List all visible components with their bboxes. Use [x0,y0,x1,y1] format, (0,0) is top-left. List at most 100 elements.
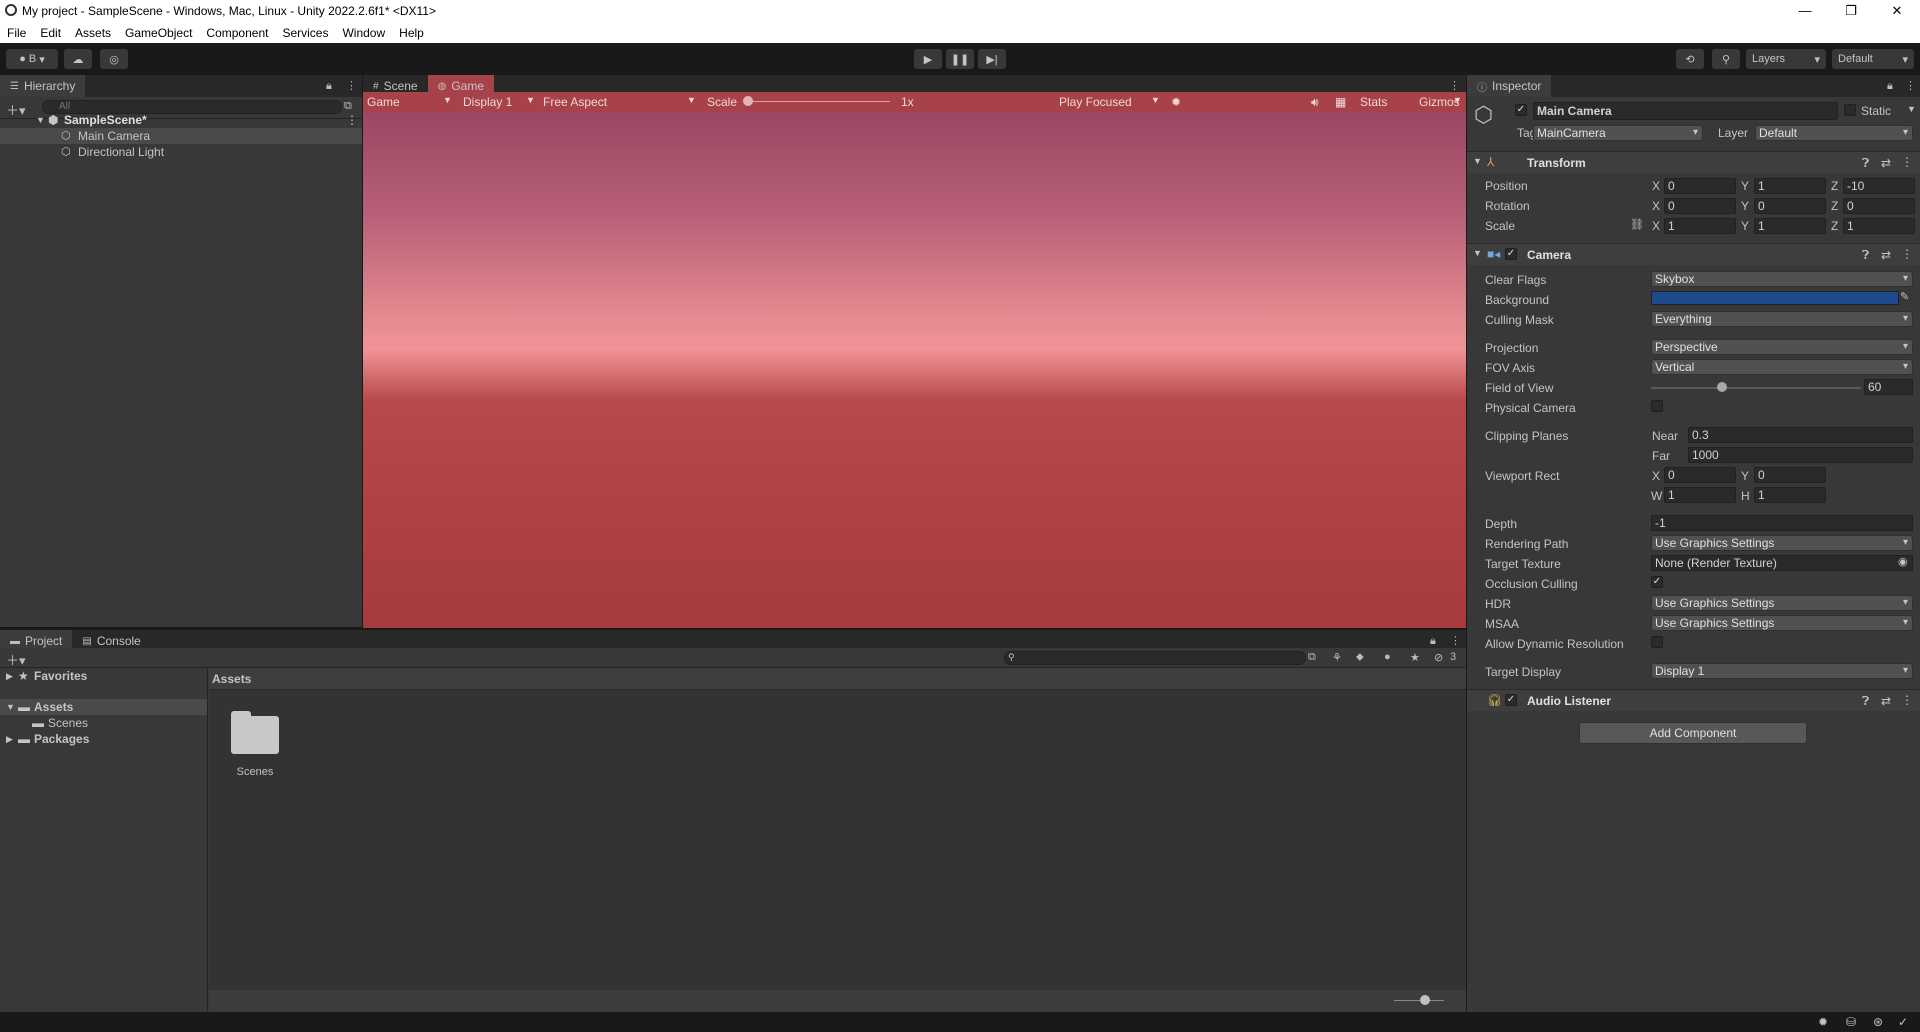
static-checkbox[interactable] [1844,104,1856,116]
chevron-down-icon[interactable]: ▼ [443,95,452,105]
layout-dropdown[interactable]: Default ▾ [1832,49,1914,69]
bug-icon[interactable]: ✹ [1818,1015,1828,1029]
hdr-dropdown[interactable]: Use Graphics Settings [1651,595,1913,611]
tag-dropdown[interactable]: MainCamera [1533,125,1703,141]
account-button[interactable]: ● B ▾ [6,49,58,69]
presets-icon[interactable]: ⇄ [1881,156,1891,170]
folder-icon[interactable] [231,711,279,754]
viewport-h-field[interactable]: 1 [1754,487,1826,503]
position-y-field[interactable]: 1 [1754,178,1826,194]
near-field[interactable]: 0.3 [1688,427,1913,443]
help-icon[interactable]: ❓︎ [1862,248,1869,263]
tab-hierarchy[interactable]: ☰ Hierarchy [0,75,86,97]
msaa-dropdown[interactable]: Use Graphics Settings [1651,615,1913,631]
expand-triangle-icon[interactable]: ▼ [1473,248,1482,258]
presets-icon[interactable]: ⇄ [1881,694,1891,708]
fov-slider-track[interactable] [1651,387,1861,389]
chevron-down-icon[interactable]: ▼ [526,95,535,105]
menu-gameobject[interactable]: GameObject [118,26,199,40]
stats-button[interactable]: Stats [1360,95,1387,109]
breadcrumb-assets[interactable]: Assets [212,672,251,686]
dynamic-resolution-checkbox[interactable] [1651,636,1663,648]
aspect-dropdown[interactable]: Free Aspect [543,95,607,109]
hidden-packages-icon[interactable]: ⊘ [1434,651,1443,664]
list-item[interactable]: ⬡ Main Camera [0,128,362,144]
help-icon[interactable]: ❓︎ [1862,694,1869,709]
filter-icon[interactable]: ⚘ [1332,651,1342,664]
kebab-menu-icon[interactable]: ⋮ [1449,79,1460,92]
clear-flags-dropdown[interactable]: Skybox [1651,271,1913,287]
kebab-menu-icon[interactable]: ⋮ [1450,634,1461,647]
kebab-menu-icon[interactable]: ⋮ [346,79,357,92]
menu-assets[interactable]: Assets [68,26,118,40]
expand-triangle-icon[interactable]: ▼ [36,112,45,128]
add-icon[interactable]: ＋▾ [6,650,26,669]
culling-mask-dropdown[interactable]: Everything [1651,311,1913,327]
layer-dropdown[interactable]: Default [1755,125,1913,141]
scenes-row[interactable]: ▬ Scenes [0,715,207,731]
collab-icon[interactable]: ◎ [100,49,128,69]
history-icon[interactable]: ⟲ [1676,49,1704,69]
packages-row[interactable]: ▶ ▬ Packages [0,731,207,747]
position-z-field[interactable]: -10 [1843,178,1915,194]
folder-label[interactable]: Scenes [222,766,288,778]
minimize-button[interactable]: — [1782,0,1828,22]
menu-file[interactable]: File [0,26,33,40]
label-icon[interactable]: ⬥ [1356,651,1364,664]
fov-axis-dropdown[interactable]: Vertical [1651,359,1913,375]
help-icon[interactable]: ❓︎ [1862,156,1869,171]
search-by-type-icon[interactable]: ⧉ [1308,651,1316,664]
zoom-slider-handle[interactable] [1420,995,1430,1005]
scale-y-field[interactable]: 1 [1754,218,1826,234]
play-button[interactable]: ▶ [914,49,942,69]
kebab-menu-icon[interactable]: ⋮ [1901,247,1913,261]
position-x-field[interactable]: 0 [1664,178,1736,194]
background-color-swatch[interactable] [1651,291,1899,305]
close-button[interactable]: ✕ [1874,0,1920,22]
tab-inspector[interactable]: ⓘ Inspector [1467,75,1552,97]
kebab-menu-icon[interactable]: ⋮ [346,112,358,128]
lock-icon[interactable]: 🔒︎ [1430,635,1436,648]
far-field[interactable]: 1000 [1688,447,1913,463]
project-search-input[interactable] [1004,651,1306,665]
expand-triangle-icon[interactable]: ▶ [6,668,13,684]
active-checkbox[interactable]: ✓ [1515,104,1527,116]
menu-window[interactable]: Window [335,26,392,40]
scale-slider-handle[interactable] [743,96,753,106]
chevron-down-icon[interactable]: ▼ [1453,95,1462,105]
viewport-y-field[interactable]: 0 [1754,467,1826,483]
cloud-icon[interactable]: ☁ [64,49,92,69]
search-icon[interactable]: ⚲ [1712,49,1740,69]
transform-component-header[interactable]: ▼ ⅄ Transform ❓︎ ⇄ ⋮ [1467,151,1920,173]
mute-audio-icon[interactable]: 🔊︎ [1311,95,1319,110]
lock-icon[interactable]: 🔒︎ [326,80,332,93]
scale-x-field[interactable]: 1 [1664,218,1736,234]
target-texture-field[interactable]: None (Render Texture) [1651,555,1913,571]
rotation-x-field[interactable]: 0 [1664,198,1736,214]
menu-services[interactable]: Services [275,26,335,40]
rendering-path-dropdown[interactable]: Use Graphics Settings [1651,535,1913,551]
audio-listener-enabled-checkbox[interactable]: ✓ [1505,694,1517,706]
fov-field[interactable]: 60 [1864,379,1913,395]
kebab-menu-icon[interactable]: ⋮ [1901,155,1913,169]
auto-generate-lighting-icon[interactable]: ⊛ [1873,1015,1883,1029]
kebab-menu-icon[interactable]: ⋮ [1905,79,1916,92]
info-icon[interactable]: ● [1384,651,1391,663]
kebab-menu-icon[interactable]: ⋮ [1901,693,1913,707]
add-component-button[interactable]: Add Component [1579,722,1807,744]
menu-edit[interactable]: Edit [33,26,68,40]
favorite-star-icon[interactable]: ★ [1410,651,1420,664]
menu-component[interactable]: Component [199,26,275,40]
viewport-x-field[interactable]: 0 [1664,467,1736,483]
object-name-field[interactable]: Main Camera [1533,102,1838,120]
pause-button[interactable]: ❚❚ [946,49,974,69]
display-dropdown[interactable]: Display 1 [463,95,512,109]
eyedropper-icon[interactable]: ✎ [1900,290,1909,303]
presets-icon[interactable]: ⇄ [1881,248,1891,262]
layers-dropdown[interactable]: Layers ▾ [1746,49,1826,69]
stats-icon[interactable]: ▦ [1335,95,1346,109]
viewport-w-field[interactable]: 1 [1664,487,1736,503]
camera-enabled-checkbox[interactable]: ✓ [1505,248,1517,260]
rotation-z-field[interactable]: 0 [1843,198,1915,214]
camera-component-header[interactable]: ▼ ■◂ ✓ Camera ❓︎ ⇄ ⋮ [1467,243,1920,265]
